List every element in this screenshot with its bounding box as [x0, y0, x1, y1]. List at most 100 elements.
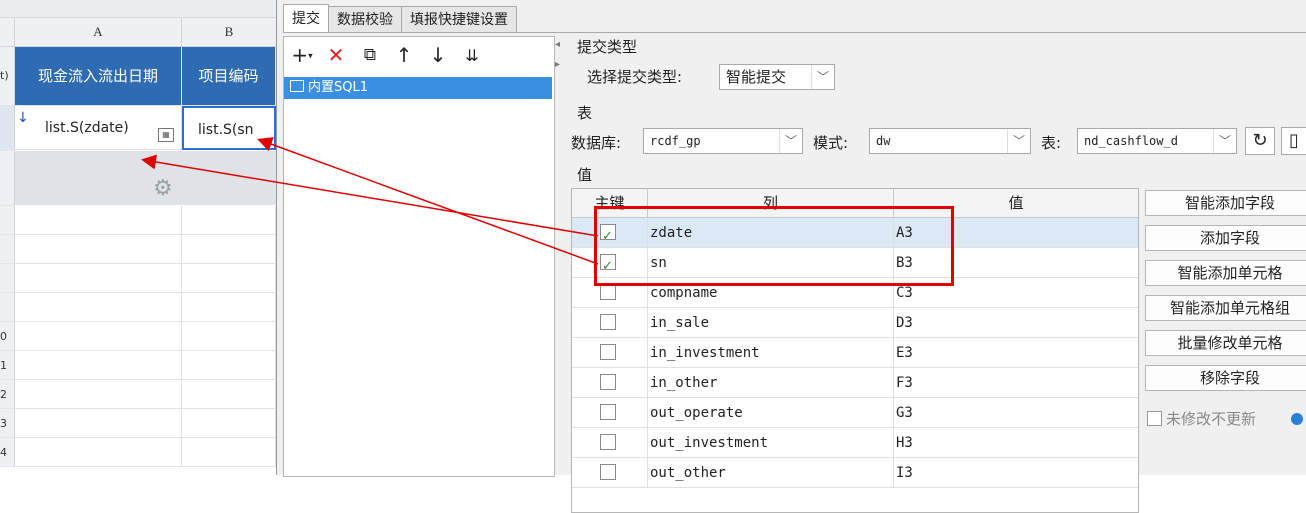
empty-cell[interactable]: [182, 264, 276, 293]
submit-type-select[interactable]: 智能提交 ﹀: [719, 64, 835, 90]
move-down-icon[interactable]: ↓: [426, 43, 450, 67]
row-header[interactable]: 4: [0, 438, 15, 467]
cell-b4[interactable]: [182, 151, 276, 205]
empty-cell[interactable]: [15, 409, 182, 438]
column-name-cell[interactable]: in_other: [648, 368, 894, 398]
empty-cell[interactable]: [15, 438, 182, 467]
table-row[interactable]: snB3: [572, 248, 1138, 278]
info-icon[interactable]: [1291, 413, 1303, 425]
edit-table-icon[interactable]: ▯: [1281, 127, 1306, 155]
value-cell[interactable]: A3: [894, 218, 1138, 248]
row-header[interactable]: [0, 264, 15, 293]
table-row[interactable]: in_sale D3: [572, 308, 1138, 338]
table-row[interactable]: out_operate G3: [572, 398, 1138, 428]
no-change-checkbox[interactable]: [1147, 411, 1162, 426]
row-header[interactable]: t): [0, 47, 15, 106]
database-select[interactable]: rcdf_gp ﹀: [643, 128, 803, 154]
row-header[interactable]: [0, 106, 15, 151]
tab-shortcut-settings[interactable]: 填报快捷键设置: [401, 6, 517, 33]
refresh-icon[interactable]: ↻: [1245, 127, 1275, 155]
primary-key-checkbox[interactable]: [600, 313, 616, 330]
header-value[interactable]: 值: [894, 189, 1138, 217]
tab-data-validation[interactable]: 数据校验: [328, 6, 402, 33]
cell-a2[interactable]: 现金流入流出日期: [15, 47, 182, 106]
table-row[interactable]: in_investment E3: [572, 338, 1138, 368]
table-row[interactable]: compname C3: [572, 278, 1138, 308]
table-select[interactable]: nd_cashflow_d ﹀: [1077, 128, 1237, 154]
empty-cell[interactable]: [15, 380, 182, 409]
primary-key-checkbox[interactable]: [600, 373, 616, 390]
row-header[interactable]: 3: [0, 409, 15, 438]
column-name-cell[interactable]: compname: [648, 278, 894, 308]
header-primary-key[interactable]: 主键: [572, 189, 648, 217]
tab-submit[interactable]: 提交: [283, 4, 329, 33]
value-cell[interactable]: H3: [894, 428, 1138, 458]
column-name-cell[interactable]: zdate: [648, 218, 894, 248]
cell-a3[interactable]: list.S(zdate): [15, 106, 182, 150]
value-cell[interactable]: B3: [894, 248, 1138, 278]
smart-add-fields-button[interactable]: 智能添加字段: [1145, 190, 1306, 216]
empty-cell[interactable]: [182, 235, 276, 264]
row-header[interactable]: 1: [0, 351, 15, 380]
no-change-no-update-option[interactable]: 未修改不更新: [1147, 408, 1256, 429]
value-cell[interactable]: C3: [894, 278, 1138, 308]
empty-cell[interactable]: [182, 438, 276, 467]
move-up-icon[interactable]: ↑: [392, 43, 416, 67]
primary-key-checkbox[interactable]: [600, 463, 616, 480]
value-cell[interactable]: F3: [894, 368, 1138, 398]
add-field-button[interactable]: 添加字段: [1145, 225, 1306, 251]
column-name-cell[interactable]: sn: [648, 248, 894, 278]
table-row[interactable]: out_investment H3: [572, 428, 1138, 458]
gear-icon[interactable]: ⚙: [153, 178, 173, 200]
value-cell[interactable]: G3: [894, 398, 1138, 428]
empty-cell[interactable]: [182, 206, 276, 235]
column-name-cell[interactable]: out_operate: [648, 398, 894, 428]
column-name-cell[interactable]: in_investment: [648, 338, 894, 368]
list-item[interactable]: 内置SQL1: [284, 77, 552, 99]
empty-cell[interactable]: [182, 409, 276, 438]
table-row[interactable]: zdateA3: [572, 218, 1138, 248]
delete-icon[interactable]: ✕: [324, 43, 348, 67]
column-header-b[interactable]: B: [182, 18, 276, 47]
row-header[interactable]: [0, 151, 15, 206]
column-name-cell[interactable]: out_investment: [648, 428, 894, 458]
empty-cell[interactable]: [15, 351, 182, 380]
cell-b3[interactable]: list.S(sn: [182, 106, 276, 150]
primary-key-checkbox[interactable]: [600, 252, 616, 278]
copy-icon[interactable]: ⧉: [358, 45, 382, 65]
primary-key-checkbox[interactable]: [600, 343, 616, 360]
row-header[interactable]: [0, 206, 15, 235]
header-column[interactable]: 列: [648, 189, 894, 217]
calendar-icon[interactable]: ▦: [158, 128, 174, 142]
row-header[interactable]: 2: [0, 380, 15, 409]
value-cell[interactable]: E3: [894, 338, 1138, 368]
value-cell[interactable]: D3: [894, 308, 1138, 338]
table-row[interactable]: out_other I3: [572, 458, 1138, 488]
sort-icon[interactable]: ⇊: [460, 46, 484, 65]
primary-key-checkbox[interactable]: [600, 433, 616, 450]
primary-key-checkbox[interactable]: [600, 283, 616, 300]
empty-cell[interactable]: [182, 322, 276, 351]
corner-header[interactable]: [0, 18, 15, 47]
batch-edit-cells-button[interactable]: 批量修改单元格: [1145, 330, 1306, 356]
value-cell[interactable]: I3: [894, 458, 1138, 488]
remove-field-button[interactable]: 移除字段: [1145, 365, 1306, 391]
primary-key-checkbox[interactable]: [600, 403, 616, 420]
empty-cell[interactable]: [15, 235, 182, 264]
empty-cell[interactable]: [15, 264, 182, 293]
smart-add-cell-group-button[interactable]: 智能添加单元格组: [1145, 295, 1306, 321]
splitter-handle[interactable]: ◂ ▸: [555, 40, 561, 70]
empty-cell[interactable]: [182, 293, 276, 322]
cell-b2[interactable]: 项目编码: [182, 47, 276, 106]
row-header[interactable]: 0: [0, 322, 15, 351]
table-row[interactable]: in_other F3: [572, 368, 1138, 398]
row-header[interactable]: [0, 293, 15, 322]
empty-cell[interactable]: [182, 351, 276, 380]
row-header[interactable]: [0, 235, 15, 264]
smart-add-cell-button[interactable]: 智能添加单元格: [1145, 260, 1306, 286]
column-name-cell[interactable]: out_other: [648, 458, 894, 488]
primary-key-checkbox[interactable]: [600, 222, 616, 248]
empty-cell[interactable]: [15, 293, 182, 322]
column-header-a[interactable]: A: [15, 18, 182, 47]
add-icon[interactable]: +▾: [290, 43, 314, 67]
